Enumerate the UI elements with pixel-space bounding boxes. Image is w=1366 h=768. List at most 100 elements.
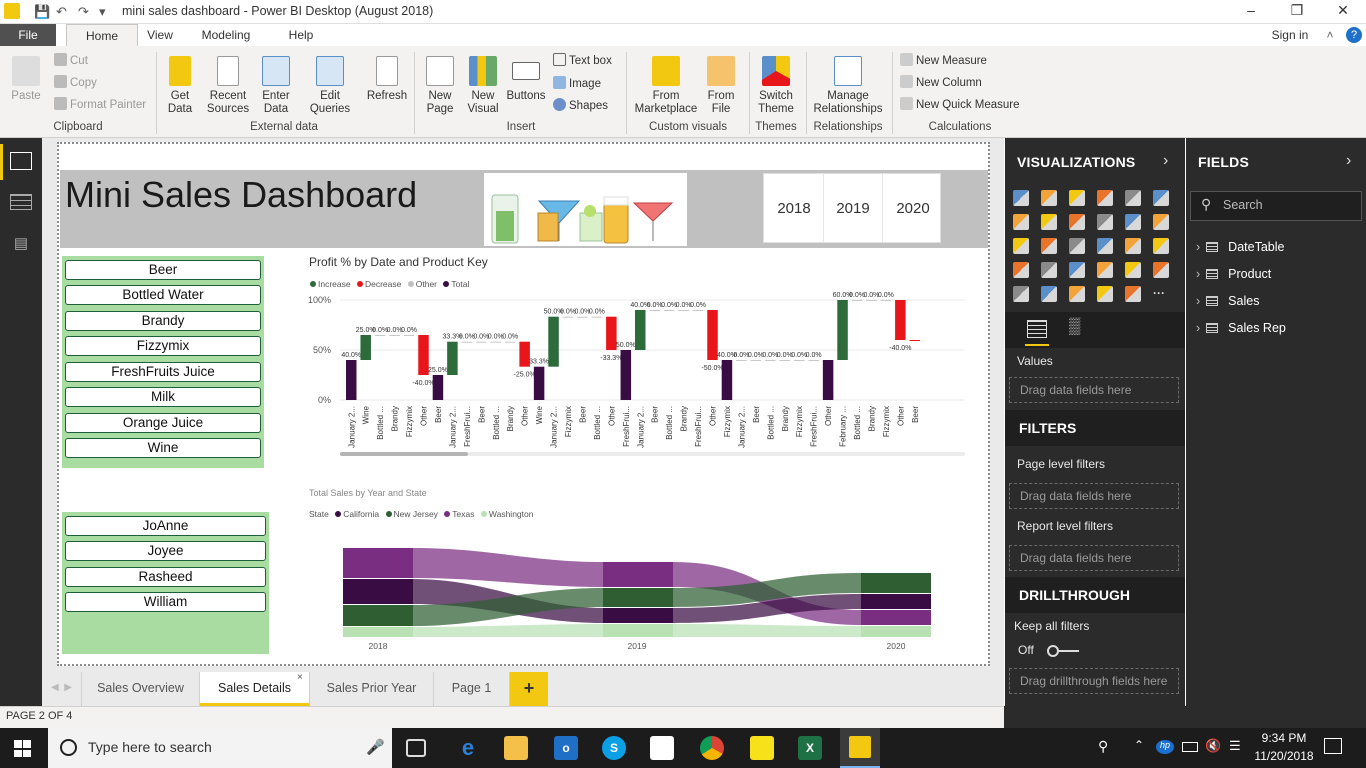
slicer-item-joyee[interactable]: Joyee <box>65 541 266 561</box>
donut-visual-icon[interactable] <box>1097 238 1113 254</box>
qat-dropdown-icon[interactable]: ▾ <box>99 4 106 20</box>
stacked-bar-visual-icon[interactable] <box>1013 190 1029 206</box>
page-tab-page-1[interactable]: Page 1 <box>434 672 510 706</box>
chart-scrollbar-thumb[interactable] <box>340 452 468 456</box>
taskbar-search-box[interactable]: Type here to search 🎤 <box>48 728 392 768</box>
buttons-button[interactable]: Buttons <box>504 56 548 103</box>
sticky-notes-icon[interactable] <box>750 736 774 760</box>
tab-home[interactable]: Home <box>66 24 138 46</box>
line-column-visual-icon[interactable] <box>1097 214 1113 230</box>
collapse-ribbon-icon[interactable]: ˄ <box>1322 24 1338 46</box>
year-2019-button[interactable]: 2019 <box>823 200 883 217</box>
stacked-column-visual-icon[interactable] <box>1041 190 1057 206</box>
format-paint-roller-icon[interactable]: ▒ <box>1069 318 1080 336</box>
report-view-icon[interactable] <box>10 152 32 170</box>
slicer-item-rasheed[interactable]: Rasheed <box>65 567 266 587</box>
page-nav-arrows[interactable]: ◀ ▶ <box>42 672 82 706</box>
windows-start-icon[interactable] <box>14 740 31 757</box>
tab-view[interactable]: View <box>140 24 180 46</box>
new-visual-button[interactable]: New Visual <box>462 56 504 116</box>
undo-icon[interactable]: ↶ <box>56 4 67 20</box>
get-data-button[interactable]: Get Data <box>160 56 200 116</box>
volume-muted-icon[interactable]: 🔇 <box>1205 738 1221 754</box>
pie-visual-icon[interactable] <box>1069 238 1085 254</box>
powerbi-taskbar-button[interactable] <box>840 728 880 768</box>
arcgis-visual-icon[interactable] <box>1125 286 1141 302</box>
new-measure-button[interactable]: New Measure <box>900 52 987 70</box>
from-file-button[interactable]: From File <box>702 56 740 116</box>
from-marketplace-button[interactable]: From Marketplace <box>632 56 700 116</box>
slicer-item-fizzymix[interactable]: Fizzymix <box>65 336 261 356</box>
gauge-visual-icon[interactable] <box>1069 262 1085 278</box>
slicer-item-joanne[interactable]: JoAnne <box>65 516 266 536</box>
keep-filters-toggle[interactable] <box>1047 644 1079 658</box>
slicer-item-beer[interactable]: Beer <box>65 260 261 280</box>
shapes-button[interactable]: Shapes <box>553 97 608 115</box>
funnel-visual-icon[interactable] <box>1041 262 1057 278</box>
help-icon[interactable]: ? <box>1346 27 1362 43</box>
tray-chevron-up-icon[interactable]: ⌃ <box>1134 738 1144 752</box>
year-2020-button[interactable]: 2020 <box>883 200 943 217</box>
field-table-datetable[interactable]: › DateTable <box>1196 240 1284 254</box>
page-tab-sales-details[interactable]: Sales Details <box>200 672 310 706</box>
slicer-item-brandy[interactable]: Brandy <box>65 311 261 331</box>
outlook-icon[interactable]: o <box>554 736 578 760</box>
cut-button[interactable]: Cut <box>54 52 88 70</box>
slicer-item-milk[interactable]: Milk <box>65 387 261 407</box>
model-view-icon[interactable]: ▤ <box>10 234 32 254</box>
collapse-visualizations-icon[interactable]: › <box>1163 152 1168 170</box>
battery-icon[interactable] <box>1182 742 1198 752</box>
map-visual-icon[interactable] <box>1153 238 1169 254</box>
close-button[interactable]: ✕ <box>1320 2 1366 22</box>
add-page-button[interactable]: + <box>510 672 548 706</box>
matrix-visual-icon[interactable] <box>1069 286 1085 302</box>
clock-time[interactable]: 9:34 PM <box>1252 731 1316 745</box>
restore-button[interactable]: ❐ <box>1274 2 1320 22</box>
filled-map-visual-icon[interactable] <box>1013 262 1029 278</box>
slicer-item-bottled-water[interactable]: Bottled Water <box>65 285 261 305</box>
page-tab-sales-prior-year[interactable]: Sales Prior Year <box>310 672 434 706</box>
report-filters-drop-zone[interactable]: Drag data fields here <box>1009 545 1179 571</box>
r-script-visual-icon[interactable] <box>1097 286 1113 302</box>
refresh-button[interactable]: Refresh <box>364 56 410 103</box>
table-visual-icon[interactable] <box>1041 286 1057 302</box>
slicer-item-orange-juice[interactable]: Orange Juice <box>65 413 261 433</box>
sign-in-link[interactable]: Sign in <box>1266 24 1314 46</box>
action-center-icon[interactable] <box>1324 738 1342 754</box>
switch-theme-button[interactable]: Switch Theme <box>752 56 800 116</box>
new-page-button[interactable]: New Page <box>418 56 462 116</box>
slicer-item-wine[interactable]: Wine <box>65 438 261 458</box>
slicer-item-freshfruits-juice[interactable]: FreshFruits Juice <box>65 362 261 382</box>
recent-sources-button[interactable]: Recent Sources <box>204 56 252 116</box>
field-table-sales-rep[interactable]: › Sales Rep <box>1196 321 1286 335</box>
edit-queries-button[interactable]: Edit Queries <box>304 56 356 116</box>
field-table-sales[interactable]: › Sales <box>1196 294 1259 308</box>
tab-help[interactable]: Help <box>282 24 320 46</box>
task-view-icon[interactable] <box>406 739 426 757</box>
enter-data-button[interactable]: Enter Data <box>256 56 296 116</box>
format-painter-button[interactable]: Format Painter <box>54 96 146 114</box>
microphone-icon[interactable]: 🎤 <box>366 738 385 756</box>
clock-date[interactable]: 11/20/2018 <box>1250 749 1318 763</box>
store-icon[interactable] <box>650 736 674 760</box>
file-explorer-icon[interactable] <box>504 736 528 760</box>
treemap-visual-icon[interactable] <box>1125 238 1141 254</box>
tab-modeling[interactable]: Modeling <box>194 24 258 46</box>
redo-icon[interactable]: ↷ <box>78 4 89 20</box>
drillthrough-drop-zone[interactable]: Drag drillthrough fields here <box>1009 668 1179 694</box>
data-view-icon[interactable] <box>10 194 32 210</box>
image-button[interactable]: Image <box>553 75 601 93</box>
clustered-column-visual-icon[interactable] <box>1097 190 1113 206</box>
ribbon-visual-icon[interactable] <box>1153 214 1169 230</box>
tab-file[interactable]: File <box>0 24 56 46</box>
page-tab-sales-overview[interactable]: Sales Overview <box>82 672 200 706</box>
100-column-visual-icon[interactable] <box>1153 190 1169 206</box>
copy-button[interactable]: Copy <box>54 74 97 92</box>
card-visual-icon[interactable] <box>1097 262 1113 278</box>
hp-icon[interactable]: hp <box>1156 740 1174 754</box>
text-box-button[interactable]: Text box <box>553 52 612 70</box>
close-page-icon[interactable]: × <box>297 672 303 683</box>
paste-button[interactable]: Paste <box>6 56 46 103</box>
chrome-icon[interactable] <box>700 736 724 760</box>
save-icon[interactable]: 💾 <box>34 4 50 20</box>
